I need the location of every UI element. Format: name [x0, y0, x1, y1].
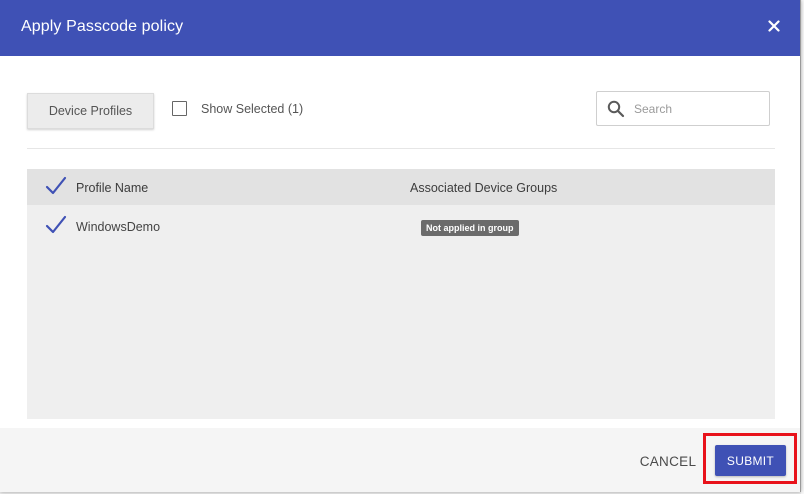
search-input[interactable]: [632, 100, 766, 117]
close-icon: [768, 20, 780, 32]
row-check-icon[interactable]: [45, 215, 67, 235]
dialog-toolbar: Device Profiles Show Selected (1): [0, 56, 800, 148]
show-selected-toggle[interactable]: Show Selected (1): [172, 101, 303, 116]
device-profiles-button[interactable]: Device Profiles: [27, 93, 154, 129]
table-row[interactable]: WindowsDemo Not applied in group: [27, 205, 775, 249]
submit-button[interactable]: SUBMIT: [715, 445, 786, 476]
dialog-footer: CANCEL SUBMIT: [0, 428, 800, 492]
toolbar-divider: [27, 148, 775, 149]
cancel-button[interactable]: CANCEL: [632, 446, 704, 476]
column-header-profile-name[interactable]: Profile Name: [76, 181, 148, 195]
dialog-header: Apply Passcode policy: [0, 0, 800, 56]
show-selected-label: Show Selected (1): [201, 101, 304, 116]
device-group-status-badge: Not applied in group: [421, 220, 519, 236]
select-all-check-icon[interactable]: [45, 176, 67, 196]
show-selected-checkbox[interactable]: [172, 101, 187, 116]
search-icon: [606, 99, 626, 119]
table-header: Profile Name Associated Device Groups: [27, 169, 775, 205]
profiles-table: Profile Name Associated Device Groups Wi…: [27, 169, 775, 419]
column-header-associated-device-groups[interactable]: Associated Device Groups: [410, 181, 557, 195]
search-box[interactable]: [596, 91, 770, 126]
close-button[interactable]: [762, 14, 786, 38]
profile-name-cell: WindowsDemo: [76, 220, 161, 234]
apply-passcode-policy-dialog: Apply Passcode policy Device Profiles Sh…: [0, 0, 801, 492]
dialog-title: Apply Passcode policy: [21, 18, 184, 35]
